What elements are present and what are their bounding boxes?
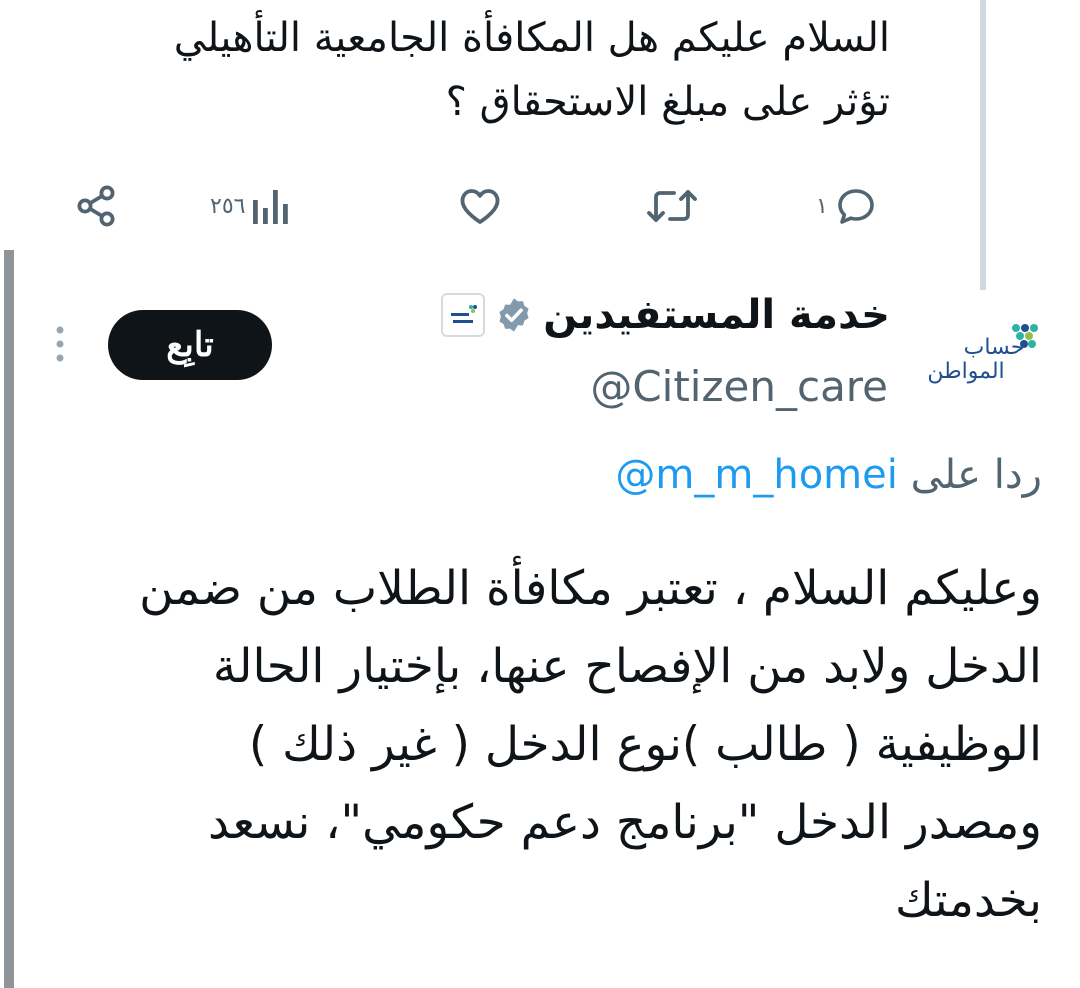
replying-to-mention-link[interactable]: @m_m_homei: [615, 452, 897, 498]
previous-tweet-text: السلام عليكم هل المكافأة الجامعية التأهي…: [70, 6, 890, 134]
citizen-account-logo: حساب المواطن: [927, 324, 1038, 384]
thread-connector-line: [980, 0, 986, 290]
affiliate-logo-icon: [451, 305, 478, 323]
reply-icon: [838, 189, 874, 224]
tweet-body-line: وعليكم السلام ، تعتبر مكافأة الطلاب من ض…: [139, 561, 1042, 616]
reply-count: ١: [816, 193, 828, 219]
replying-to-line: ردا على @m_m_homei: [615, 452, 1042, 498]
tweet-body-text: وعليكم السلام ، تعتبر مكافأة الطلاب من ض…: [52, 550, 1042, 940]
previous-tweet-line: السلام عليكم هل المكافأة الجامعية التأهي…: [173, 15, 890, 61]
tweet-action-bar: ١ ٢٥٦: [0, 170, 1080, 240]
heart-icon: [460, 189, 500, 224]
tweet-body-line: الوظيفية ( طالب )نوع الدخل ( غير ذلك ): [248, 717, 1042, 772]
left-edge-bar: [4, 250, 14, 988]
replying-to-prefix: ردا على: [910, 452, 1042, 498]
views-button[interactable]: ٢٥٦: [206, 178, 293, 234]
retweet-button[interactable]: [644, 178, 700, 234]
views-icon: [253, 190, 289, 224]
reply-button[interactable]: ١: [812, 178, 880, 234]
author-display-name[interactable]: خدمة المستفيدين: [543, 292, 890, 338]
like-button[interactable]: [456, 178, 504, 234]
retweet-icon: [647, 190, 697, 222]
avatar[interactable]: حساب المواطن: [926, 316, 1044, 386]
author-name-row[interactable]: خدمة المستفيدين: [441, 292, 890, 338]
previous-tweet-line: تؤثر على مبلغ الاستحقاق ؟: [445, 79, 890, 125]
verified-badge-icon: [499, 298, 529, 332]
tweet-body-line: ومصدر الدخل "برنامج دعم حكومي"، نسعد: [208, 795, 1042, 850]
follow-button[interactable]: تابِع: [108, 310, 272, 380]
views-count: ٢٥٦: [210, 193, 246, 219]
tweet-body-line: الدخل ولابد من الإفصاح عنها، بإختيار الح…: [212, 639, 1042, 694]
share-button[interactable]: [72, 178, 120, 234]
logo-text-line2: المواطن: [927, 359, 1004, 384]
tweet-body-line: بخدمتك: [894, 873, 1042, 928]
author-handle[interactable]: @Citizen_care: [590, 362, 888, 411]
share-icon: [77, 185, 115, 227]
logo-text-line1: حساب: [964, 335, 1025, 360]
more-options-icon[interactable]: [50, 322, 70, 366]
affiliate-badge-icon[interactable]: [441, 293, 486, 337]
